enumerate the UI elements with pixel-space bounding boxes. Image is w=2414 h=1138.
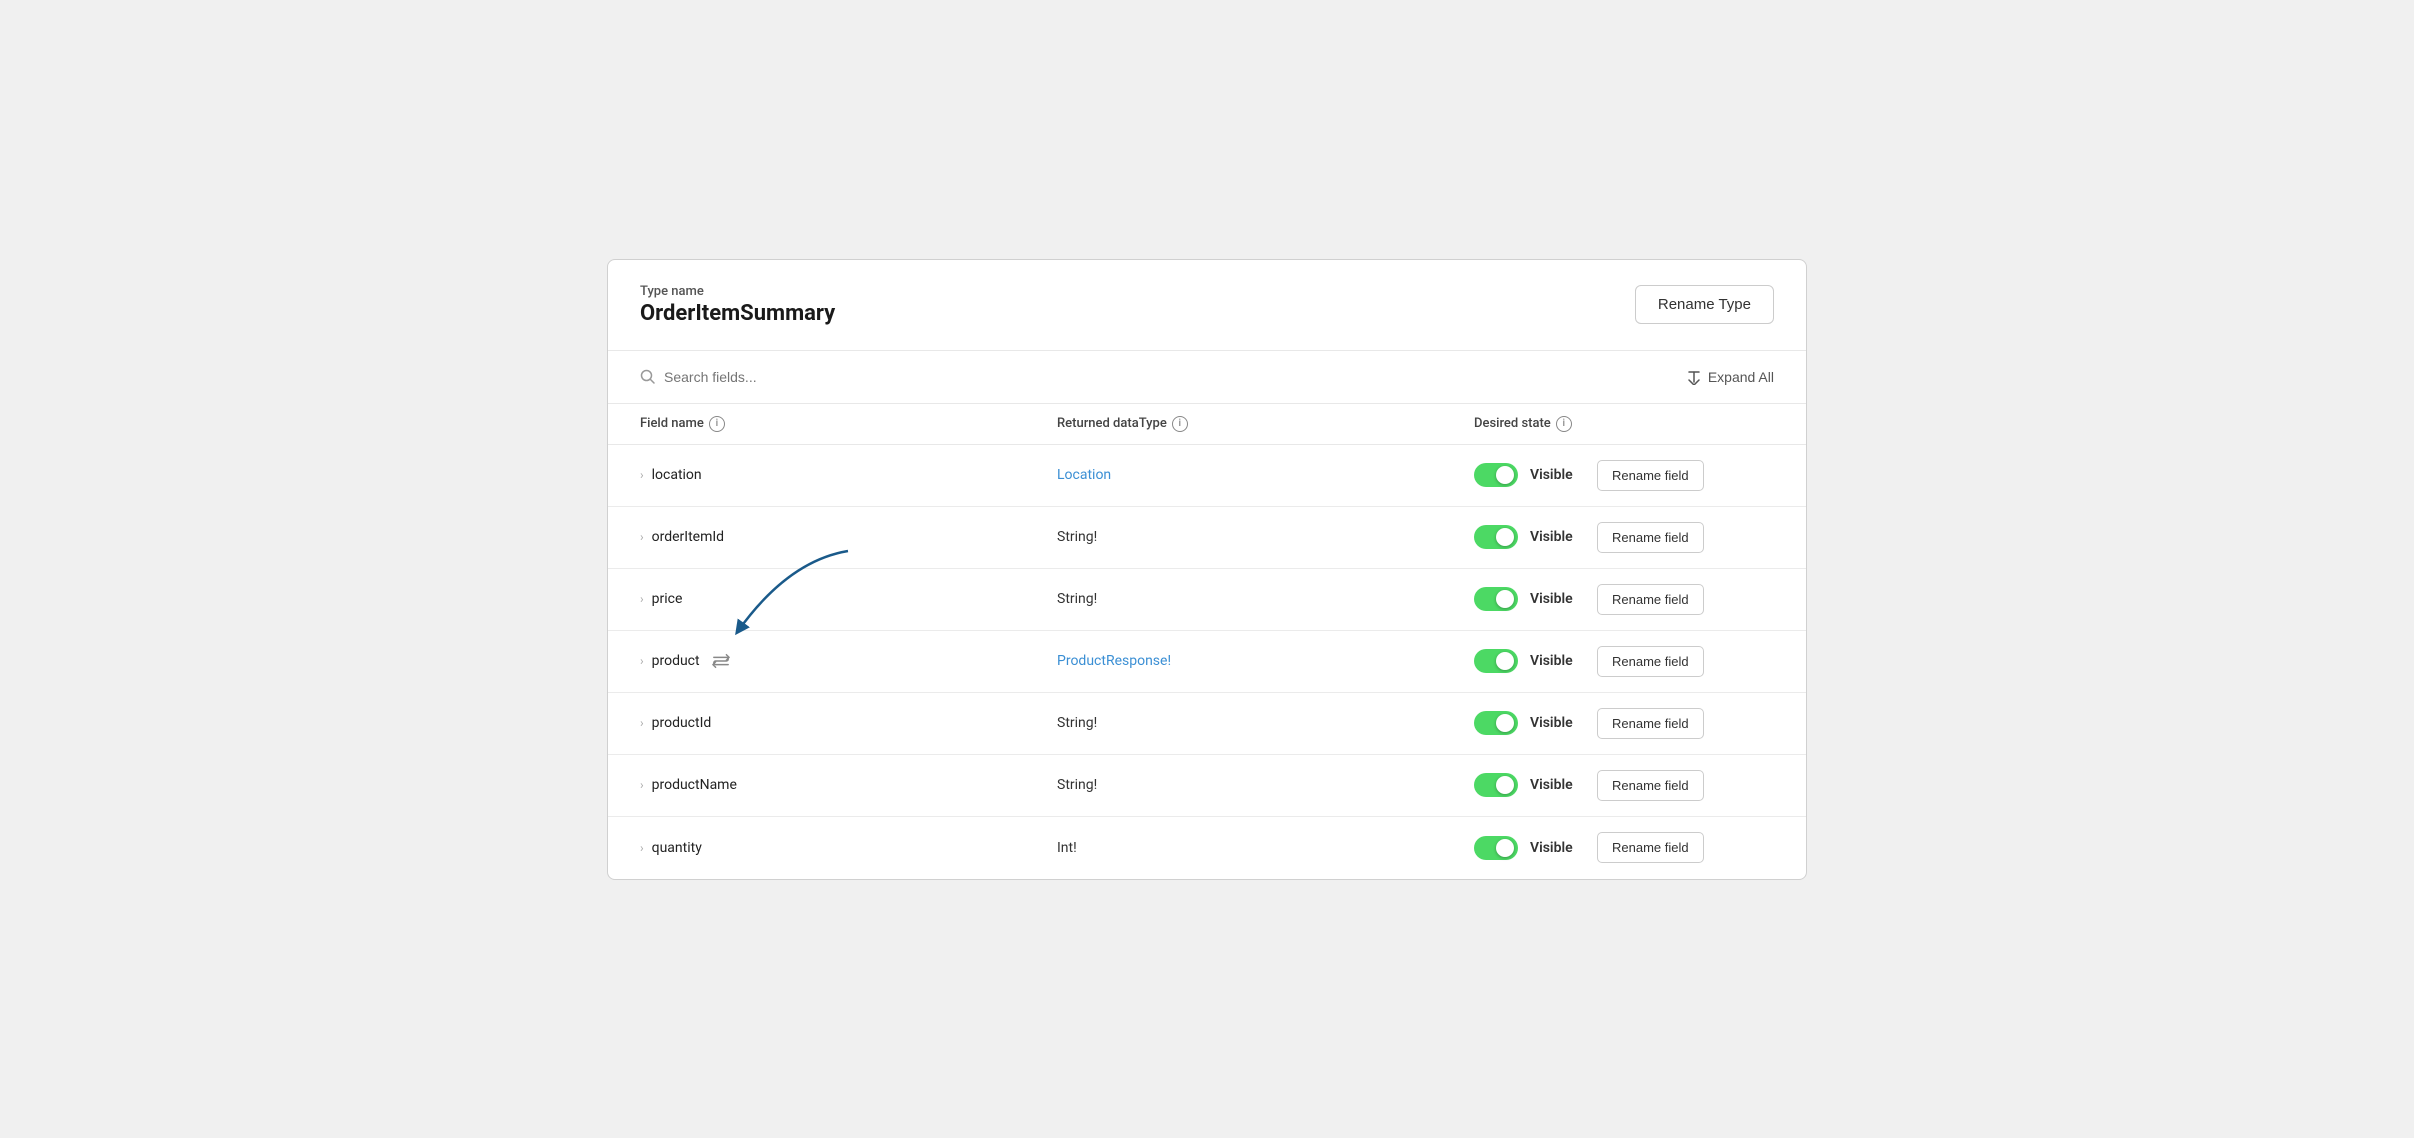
visible-label: Visible — [1530, 777, 1585, 793]
expand-all-label: Expand All — [1708, 369, 1774, 385]
data-type-cell: String! — [1057, 715, 1474, 731]
visible-toggle[interactable] — [1474, 649, 1518, 673]
field-name: productId — [652, 715, 712, 731]
table-row: › productId String! Visible Rename field — [608, 693, 1806, 755]
data-type-cell: Int! — [1057, 840, 1474, 856]
visible-toggle[interactable] — [1474, 587, 1518, 611]
field-name-cell: › productId — [640, 715, 1057, 731]
table-row: › productName String! Visible Rename fie… — [608, 755, 1806, 817]
visible-label: Visible — [1530, 529, 1585, 545]
rename-type-button[interactable]: Rename Type — [1635, 285, 1774, 324]
rename-field-button[interactable]: Rename field — [1597, 584, 1704, 615]
table-area: Field name i Returned dataType i Desired… — [608, 404, 1806, 879]
table-row: › location Location Visible Rename field — [608, 445, 1806, 507]
table-row: › quantity Int! Visible Rename field — [608, 817, 1806, 879]
visible-toggle[interactable] — [1474, 711, 1518, 735]
rename-field-button[interactable]: Rename field — [1597, 832, 1704, 863]
desired-state-cell: Visible Rename field — [1474, 646, 1774, 677]
field-name-info-icon: i — [709, 416, 725, 432]
table-header: Field name i Returned dataType i Desired… — [608, 404, 1806, 445]
data-type-cell: String! — [1057, 777, 1474, 793]
visible-toggle[interactable] — [1474, 773, 1518, 797]
chevron-icon[interactable]: › — [640, 778, 644, 792]
field-name: orderItemId — [652, 529, 724, 545]
field-name: quantity — [652, 840, 702, 856]
data-type-text: String! — [1057, 529, 1097, 545]
field-name: location — [652, 467, 702, 483]
rename-field-button[interactable]: Rename field — [1597, 522, 1704, 553]
search-input[interactable] — [664, 369, 964, 385]
rename-field-button[interactable]: Rename field — [1597, 460, 1704, 491]
field-name-cell: › quantity — [640, 840, 1057, 856]
expand-all-button[interactable]: Expand All — [1686, 369, 1774, 385]
desired-state-cell: Visible Rename field — [1474, 832, 1774, 863]
field-name-cell: › orderItemId — [640, 529, 1057, 545]
table-row: › orderItemId String! Visible Rename fie… — [608, 507, 1806, 569]
chevron-icon[interactable]: › — [640, 716, 644, 730]
visible-label: Visible — [1530, 653, 1585, 669]
rename-field-button[interactable]: Rename field — [1597, 708, 1704, 739]
visible-label: Visible — [1530, 715, 1585, 731]
chevron-icon[interactable]: › — [640, 530, 644, 544]
table-row: › product — [608, 631, 1806, 693]
data-type-cell: ProductResponse! — [1057, 653, 1474, 669]
search-icon — [640, 369, 656, 385]
field-name: price — [652, 591, 683, 607]
rename-field-button[interactable]: Rename field — [1597, 646, 1704, 677]
search-input-wrapper — [640, 369, 964, 385]
loop-icon — [712, 653, 730, 669]
visible-label: Visible — [1530, 591, 1585, 607]
visible-toggle[interactable] — [1474, 836, 1518, 860]
field-name-cell: › location — [640, 467, 1057, 483]
type-label: Type name — [640, 284, 835, 299]
visible-label: Visible — [1530, 467, 1585, 483]
data-type-info-icon: i — [1172, 416, 1188, 432]
data-type-cell: String! — [1057, 591, 1474, 607]
data-type-text: String! — [1057, 591, 1097, 607]
data-type-link[interactable]: Location — [1057, 467, 1111, 483]
type-name: OrderItemSummary — [640, 301, 835, 326]
col-desired-state: Desired state i — [1474, 416, 1774, 432]
header: Type name OrderItemSummary Rename Type — [608, 260, 1806, 351]
desired-state-cell: Visible Rename field — [1474, 584, 1774, 615]
field-name-cell: › productName — [640, 777, 1057, 793]
desired-state-cell: Visible Rename field — [1474, 708, 1774, 739]
search-bar: Expand All — [608, 351, 1806, 404]
data-type-cell: Location — [1057, 467, 1474, 483]
chevron-icon[interactable]: › — [640, 654, 644, 668]
col-data-type: Returned dataType i — [1057, 416, 1474, 432]
data-type-text: String! — [1057, 777, 1097, 793]
field-name-cell: › price — [640, 591, 1057, 607]
field-name: productName — [652, 777, 737, 793]
data-type-text: String! — [1057, 715, 1097, 731]
visible-label: Visible — [1530, 840, 1585, 856]
chevron-icon[interactable]: › — [640, 468, 644, 482]
visible-toggle[interactable] — [1474, 463, 1518, 487]
rename-field-button[interactable]: Rename field — [1597, 770, 1704, 801]
col-field-name: Field name i — [640, 416, 1057, 432]
field-name-cell: › product — [640, 653, 1057, 669]
data-type-text: Int! — [1057, 840, 1077, 856]
visible-toggle[interactable] — [1474, 525, 1518, 549]
chevron-icon[interactable]: › — [640, 841, 644, 855]
data-type-link[interactable]: ProductResponse! — [1057, 653, 1171, 669]
expand-all-icon — [1686, 369, 1702, 385]
desired-state-info-icon: i — [1556, 416, 1572, 432]
header-left: Type name OrderItemSummary — [640, 284, 835, 326]
data-type-cell: String! — [1057, 529, 1474, 545]
desired-state-cell: Visible Rename field — [1474, 770, 1774, 801]
table-row: › price String! Visible Rename field — [608, 569, 1806, 631]
desired-state-cell: Visible Rename field — [1474, 460, 1774, 491]
field-type-icon — [712, 653, 730, 669]
field-name: product — [652, 653, 700, 669]
desired-state-cell: Visible Rename field — [1474, 522, 1774, 553]
chevron-icon[interactable]: › — [640, 592, 644, 606]
